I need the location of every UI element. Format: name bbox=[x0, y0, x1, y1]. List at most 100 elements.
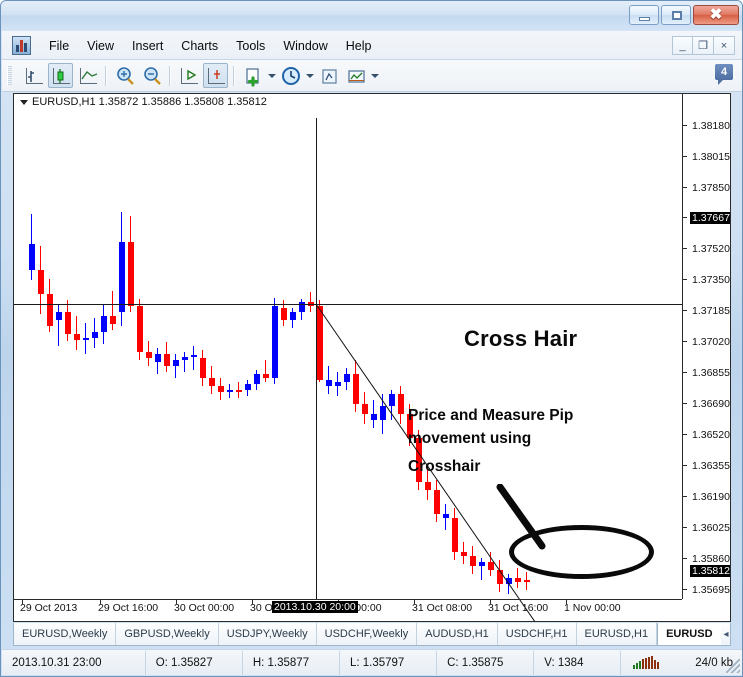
connection-signal-icon[interactable] bbox=[621, 651, 669, 675]
candlestick bbox=[100, 94, 108, 599]
candlestick bbox=[271, 94, 279, 599]
candlestick bbox=[73, 94, 81, 599]
candle-body bbox=[290, 312, 296, 320]
badge-tail-icon bbox=[718, 80, 723, 85]
mdi-restore-button[interactable]: ❐ bbox=[693, 36, 714, 55]
price-axis-tick bbox=[682, 372, 687, 373]
menu-item-help[interactable]: Help bbox=[337, 36, 381, 56]
chart-tab-gbpusd-weekly[interactable]: GBPUSD,Weekly bbox=[116, 623, 219, 645]
auto-scroll-icon[interactable] bbox=[176, 63, 201, 88]
price-axis-label: 1.37520 bbox=[692, 243, 730, 255]
time-axis-tick bbox=[566, 599, 567, 604]
chart-tab-scroll-controls: ◂ ▸ bbox=[721, 623, 730, 645]
candlestick bbox=[64, 94, 72, 599]
candlestick bbox=[46, 94, 54, 599]
period-clock-icon[interactable] bbox=[278, 63, 303, 88]
menu-item-insert[interactable]: Insert bbox=[123, 36, 172, 56]
price-axis-label: 1.36355 bbox=[692, 460, 730, 472]
menu-item-tools[interactable]: Tools bbox=[227, 36, 274, 56]
candle-body bbox=[137, 306, 143, 352]
price-axis-tick bbox=[682, 527, 687, 528]
candle-body bbox=[263, 374, 269, 378]
candlestick bbox=[154, 94, 162, 599]
candlestick bbox=[127, 94, 135, 599]
mdi-window-controls: _ ❐ × bbox=[672, 36, 735, 55]
chart-canvas[interactable]: EURUSD,H1 1.35872 1.35886 1.35808 1.3581… bbox=[13, 93, 731, 622]
line-chart-icon[interactable] bbox=[75, 63, 100, 88]
candle-wick bbox=[76, 316, 77, 350]
time-axis-tick bbox=[100, 599, 101, 604]
candle-body bbox=[182, 357, 188, 360]
time-axis-label: 29 Oct 16:00 bbox=[98, 602, 159, 614]
candle-body bbox=[146, 352, 152, 358]
candle-body bbox=[92, 332, 98, 338]
messages-badge[interactable]: 4 bbox=[715, 64, 735, 87]
candlestick bbox=[289, 94, 297, 599]
candle-body bbox=[128, 242, 134, 306]
menu-item-view[interactable]: View bbox=[78, 36, 123, 56]
menu-item-charts[interactable]: Charts bbox=[172, 36, 227, 56]
price-axis-label: 1.37020 bbox=[692, 336, 730, 348]
price-axis-tick bbox=[682, 187, 687, 188]
candlestick bbox=[244, 94, 252, 599]
window-close-button[interactable]: ✖ bbox=[693, 5, 739, 25]
status-close: C: 1.35875 bbox=[437, 650, 535, 675]
candle-wick bbox=[265, 360, 266, 382]
period-dropdown-icon[interactable] bbox=[304, 63, 315, 88]
status-low: L: 1.35797 bbox=[340, 650, 438, 675]
candle-body bbox=[218, 386, 224, 392]
candlestick bbox=[235, 94, 243, 599]
price-axis-tick bbox=[682, 558, 687, 559]
templates-icon[interactable] bbox=[343, 63, 368, 88]
candlestick bbox=[37, 94, 45, 599]
data-window-icon[interactable] bbox=[316, 63, 341, 88]
window-maximize-button[interactable] bbox=[661, 5, 691, 25]
candle-body bbox=[83, 338, 89, 340]
toolbar-separator bbox=[169, 65, 171, 86]
candlestick bbox=[253, 94, 261, 599]
new-indicator-icon[interactable] bbox=[240, 63, 265, 88]
window-resize-grip[interactable] bbox=[726, 659, 740, 673]
candlestick bbox=[280, 94, 288, 599]
time-axis-label: 31 Oct 08:00 bbox=[412, 602, 473, 614]
chart-tab-audusd-h1[interactable]: AUDUSD,H1 bbox=[417, 623, 498, 645]
mdi-close-button[interactable]: × bbox=[714, 36, 735, 55]
mdi-minimize-button[interactable]: _ bbox=[672, 36, 693, 55]
chart-tab-usdchf-weekly[interactable]: USDCHF,Weekly bbox=[317, 623, 418, 645]
chart-tab-usdchf-h1[interactable]: USDCHF,H1 bbox=[498, 623, 577, 645]
chart-tab-eurusd-weekly[interactable]: EURUSD,Weekly bbox=[14, 623, 117, 645]
chart-tab-usdjpy-weekly[interactable]: USDJPY,Weekly bbox=[219, 623, 317, 645]
candle-body bbox=[38, 270, 44, 294]
maximize-icon bbox=[672, 11, 682, 20]
candle-wick bbox=[184, 352, 185, 372]
window-minimize-button[interactable] bbox=[629, 5, 659, 25]
chart-shift-icon[interactable] bbox=[203, 63, 228, 88]
price-axis-tick bbox=[682, 434, 687, 435]
zoom-in-icon[interactable] bbox=[112, 63, 137, 88]
new-indicator-dropdown-icon[interactable] bbox=[266, 63, 277, 88]
toolbar-grip[interactable] bbox=[7, 66, 12, 86]
menu-item-window[interactable]: Window bbox=[274, 36, 336, 56]
candle-wick bbox=[193, 346, 194, 370]
chart-tab-prev-arrow-icon[interactable]: ◂ bbox=[724, 629, 729, 640]
templates-dropdown-icon[interactable] bbox=[369, 63, 380, 88]
zoom-out-icon[interactable] bbox=[139, 63, 164, 88]
toolbar-separator bbox=[233, 65, 235, 86]
candlestick bbox=[118, 94, 126, 599]
price-axis-tick bbox=[682, 248, 687, 249]
bar-chart-icon[interactable] bbox=[21, 63, 46, 88]
candlestick-chart-icon[interactable] bbox=[48, 63, 73, 88]
crosshair-time-label: 2013.10.30 20:00 bbox=[272, 601, 358, 613]
chart-tab-eurusd-h1[interactable]: EURUSD,H1 bbox=[577, 623, 658, 645]
candlestick bbox=[109, 94, 117, 599]
candlestick bbox=[136, 94, 144, 599]
chart-collapse-icon[interactable] bbox=[20, 99, 28, 105]
status-open: O: 1.35827 bbox=[146, 650, 243, 675]
chart-tab-eurusd-active[interactable]: EURUSD bbox=[657, 623, 721, 645]
annotation-ellipse bbox=[509, 525, 654, 579]
price-axis-tick bbox=[682, 310, 687, 311]
candle-body bbox=[101, 316, 107, 332]
price-axis-label: 1.37350 bbox=[692, 274, 730, 286]
menu-item-file[interactable]: File bbox=[40, 36, 78, 56]
candle-body bbox=[272, 306, 278, 378]
